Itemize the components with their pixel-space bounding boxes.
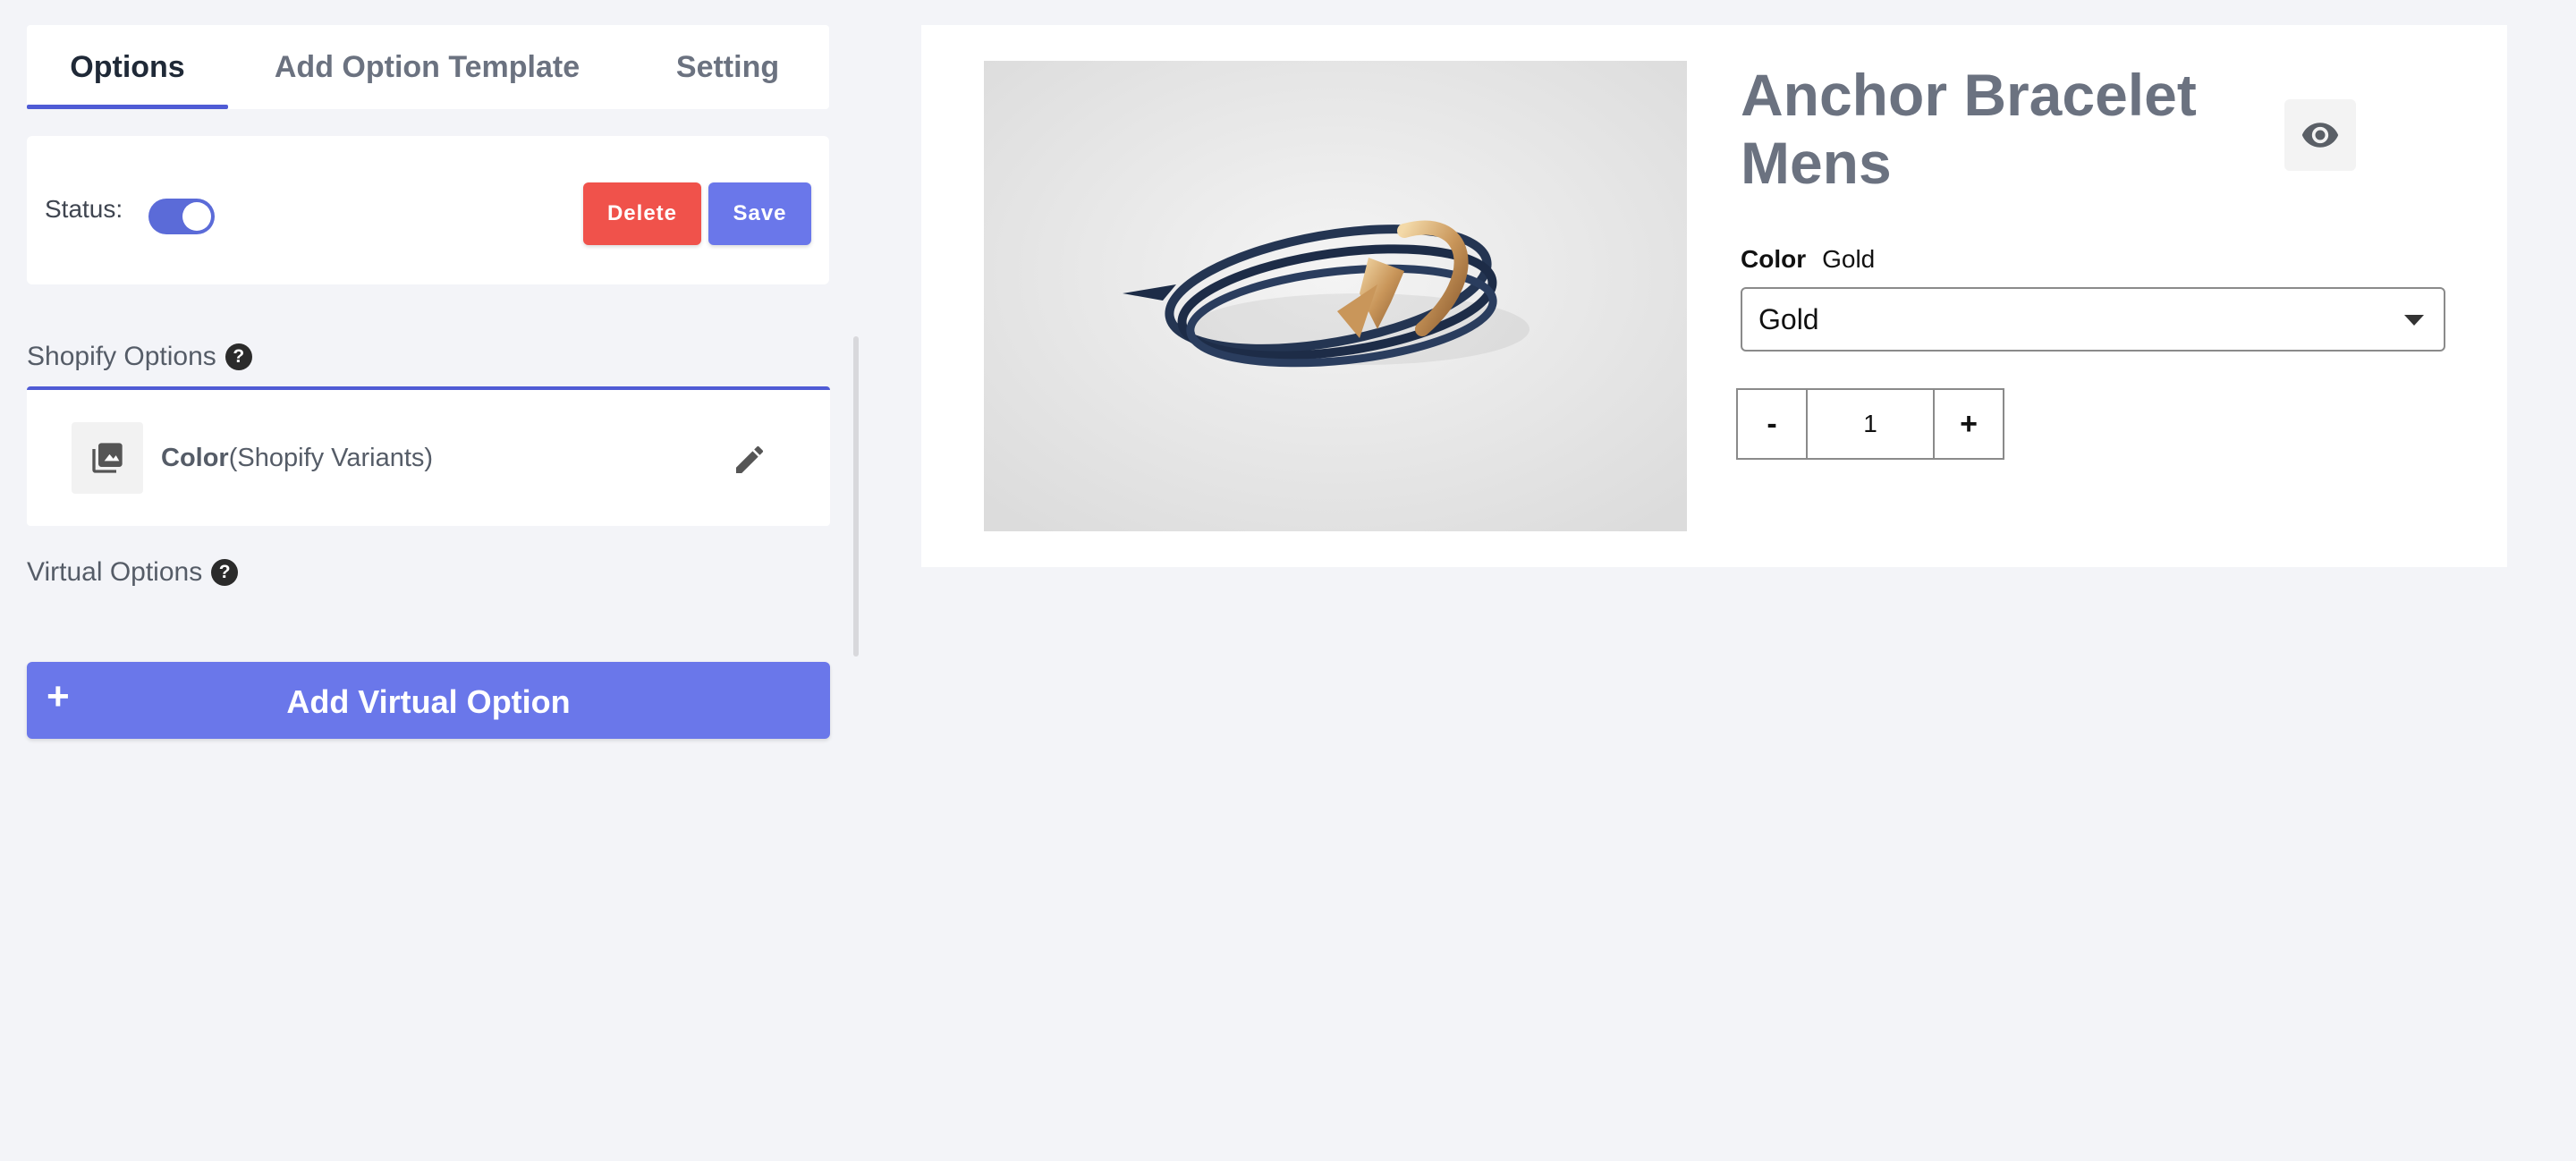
virtual-options-title: Virtual Options: [27, 557, 203, 587]
shopify-option-item-color[interactable]: Color(Shopify Variants): [27, 386, 830, 526]
quantity-stepper: - 1 +: [1736, 388, 2004, 460]
status-toggle[interactable]: [148, 199, 215, 234]
product-preview: Anchor Bracelet Mens Color Gold Gold - 1 …: [921, 25, 2507, 567]
tab-setting[interactable]: Setting: [626, 25, 829, 109]
product-image: [984, 61, 1687, 531]
copy-layers-icon: [72, 422, 143, 494]
option-name: Color: [161, 444, 229, 472]
scrollbar[interactable]: [853, 336, 859, 657]
shopify-options-heading: Shopify Options ?: [27, 342, 252, 372]
option-label: Color(Shopify Variants): [161, 444, 433, 473]
shopify-options-title: Shopify Options: [27, 342, 216, 371]
tab-options[interactable]: Options: [27, 25, 228, 109]
chevron-down-icon: [2404, 315, 2424, 326]
color-select[interactable]: Gold: [1741, 287, 2445, 352]
save-button[interactable]: Save: [708, 182, 811, 245]
pencil-edit-icon[interactable]: [732, 442, 767, 478]
status-label: Status:: [45, 195, 123, 223]
status-card: Status: Delete Save: [27, 136, 829, 284]
help-icon[interactable]: ?: [211, 559, 239, 586]
delete-button[interactable]: Delete: [583, 182, 701, 245]
product-title: Anchor Bracelet Mens: [1741, 62, 2197, 196]
virtual-options-heading: Virtual Options ?: [27, 557, 239, 588]
color-select-value: Gold: [1758, 302, 1819, 335]
add-virtual-option-label: Add Virtual Option: [286, 683, 571, 720]
tab-bar: Options Add Option Template Setting: [27, 25, 829, 109]
help-icon[interactable]: ?: [225, 343, 252, 370]
preview-eye-icon[interactable]: [2284, 99, 2356, 171]
color-label: Color: [1741, 245, 1807, 273]
toggle-knob: [182, 202, 211, 231]
color-row: Color Gold: [1741, 245, 1875, 274]
quantity-increase-button[interactable]: +: [1933, 388, 2004, 460]
add-virtual-option-button[interactable]: + Add Virtual Option: [27, 662, 830, 739]
quantity-decrease-button[interactable]: -: [1736, 388, 1808, 460]
tab-add-option-template[interactable]: Add Option Template: [228, 25, 626, 109]
option-suffix: (Shopify Variants): [228, 444, 434, 472]
quantity-input[interactable]: 1: [1808, 388, 1933, 460]
color-value: Gold: [1822, 245, 1876, 273]
